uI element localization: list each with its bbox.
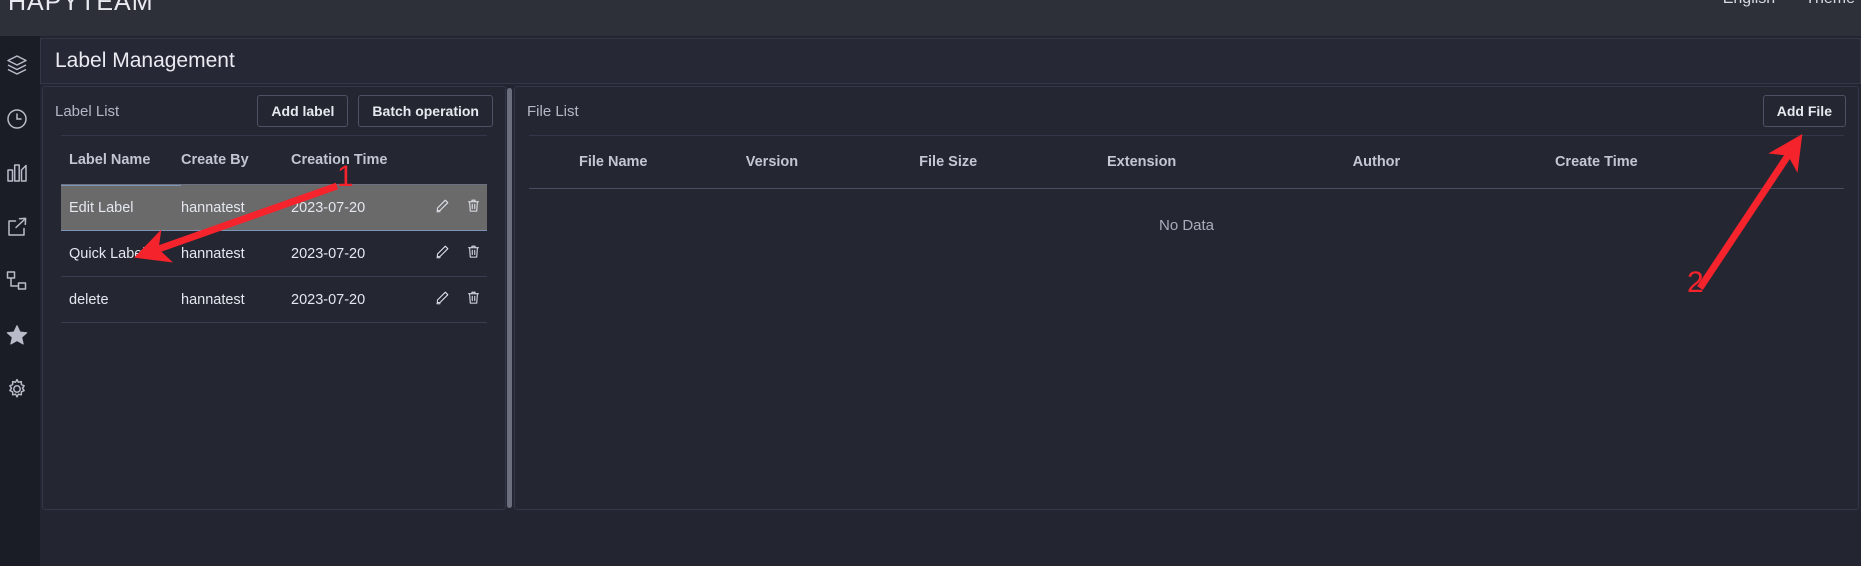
- cell-label-name: delete: [61, 276, 181, 323]
- gear-icon: [5, 377, 29, 401]
- cell-creation-time: 2023-07-20: [291, 230, 411, 277]
- label-table: Label Name Create By Creation Time Edit …: [61, 135, 487, 323]
- cell-creation-time: 2023-07-20: [291, 276, 411, 323]
- column-header-actions: [411, 135, 487, 185]
- panel-divider-scrollbar[interactable]: [507, 88, 512, 508]
- sitemap-icon: [5, 269, 29, 293]
- cell-creation-time: 2023-07-20: [291, 184, 411, 231]
- file-table-wrapper: File Name Version File Size Extension Au…: [515, 135, 1858, 234]
- sidebar-item-history[interactable]: [4, 106, 30, 132]
- file-list-panel: File List Add File File Name Version Fil…: [514, 86, 1859, 510]
- sidebar-item-structure[interactable]: [4, 268, 30, 294]
- label-list-actions: Add label Batch operation: [257, 95, 493, 127]
- file-list-title: File List: [527, 102, 579, 120]
- cell-label-name: Edit Label: [61, 184, 181, 231]
- language-selector[interactable]: English: [1723, 0, 1775, 8]
- column-header-extension: Extension: [1107, 135, 1353, 189]
- column-header-label-name: Label Name: [61, 135, 181, 185]
- label-list-header: Label List Add label Batch operation: [43, 87, 505, 135]
- cell-create-by: hannatest: [181, 276, 291, 323]
- app-root: HAPYTEAM English Theme: [0, 0, 1861, 566]
- delete-icon[interactable]: [466, 290, 481, 305]
- column-header-create-by: Create By: [181, 135, 291, 185]
- label-table-row[interactable]: Quick Label hannatest 2023-07-20: [61, 230, 487, 277]
- cell-create-by: hannatest: [181, 230, 291, 277]
- column-header-creation-time: Creation Time: [291, 135, 411, 185]
- sidebar-item-layers[interactable]: [4, 52, 30, 78]
- label-list-title: Label List: [55, 102, 120, 120]
- column-header-author: Author: [1352, 135, 1555, 189]
- edit-icon[interactable]: [435, 290, 450, 305]
- page-title: Label Management: [55, 49, 235, 72]
- file-table-empty-message: No Data: [1158, 217, 1215, 234]
- file-table-header-row: File Name Version File Size Extension Au…: [529, 135, 1844, 189]
- label-table-head: Label Name Create By Creation Time: [61, 135, 487, 185]
- sidebar-item-statistics[interactable]: [4, 160, 30, 186]
- cell-label-name: Quick Label: [61, 230, 181, 277]
- sidebar-item-settings[interactable]: [4, 376, 30, 402]
- add-file-button[interactable]: Add File: [1762, 95, 1846, 127]
- label-table-body: Edit Label hannatest 2023-07-20 Quick Label…: [61, 184, 487, 323]
- file-list-header: File List Add File: [515, 87, 1858, 135]
- add-label-button[interactable]: Add label: [257, 95, 349, 127]
- share-icon: [5, 215, 29, 239]
- top-header-bar: HAPYTEAM English Theme: [0, 0, 1861, 36]
- header-right-actions: English Theme: [1723, 0, 1861, 8]
- file-table-head: File Name Version File Size Extension Au…: [529, 135, 1844, 189]
- brand-logo-text: HAPYTEAM: [8, 0, 154, 16]
- label-table-row[interactable]: Edit Label hannatest 2023-07-20: [61, 184, 487, 231]
- bar-chart-icon: [5, 161, 29, 185]
- sidebar-item-favorites[interactable]: [4, 322, 30, 348]
- clock-icon: [5, 107, 29, 131]
- cell-create-by: hannatest: [181, 184, 291, 231]
- page-content: Label Management Label List Add label Ba…: [40, 36, 1861, 566]
- edit-icon[interactable]: [435, 244, 450, 259]
- star-icon: [5, 323, 29, 347]
- left-sidebar: [0, 36, 34, 566]
- layers-icon: [5, 53, 29, 77]
- label-table-row[interactable]: delete hannatest 2023-07-20: [61, 276, 487, 323]
- column-header-file-size: File Size: [919, 135, 1107, 189]
- label-table-wrapper: Label Name Create By Creation Time Edit …: [43, 135, 505, 323]
- delete-icon[interactable]: [466, 198, 481, 213]
- theme-selector[interactable]: Theme: [1805, 0, 1855, 8]
- column-header-version: Version: [745, 135, 920, 189]
- edit-icon[interactable]: [435, 198, 450, 213]
- label-table-header-row: Label Name Create By Creation Time: [61, 135, 487, 185]
- column-header-create-time: Create Time: [1554, 135, 1844, 189]
- file-list-actions: Add File: [1762, 95, 1846, 127]
- page-title-bar: Label Management: [40, 38, 1861, 84]
- delete-icon[interactable]: [466, 244, 481, 259]
- label-list-panel: Label List Add label Batch operation Lab…: [42, 86, 506, 510]
- sidebar-item-share[interactable]: [4, 214, 30, 240]
- batch-operation-button[interactable]: Batch operation: [358, 95, 493, 127]
- column-header-file-name: File Name: [529, 135, 746, 189]
- file-table: File Name Version File Size Extension Au…: [529, 135, 1844, 189]
